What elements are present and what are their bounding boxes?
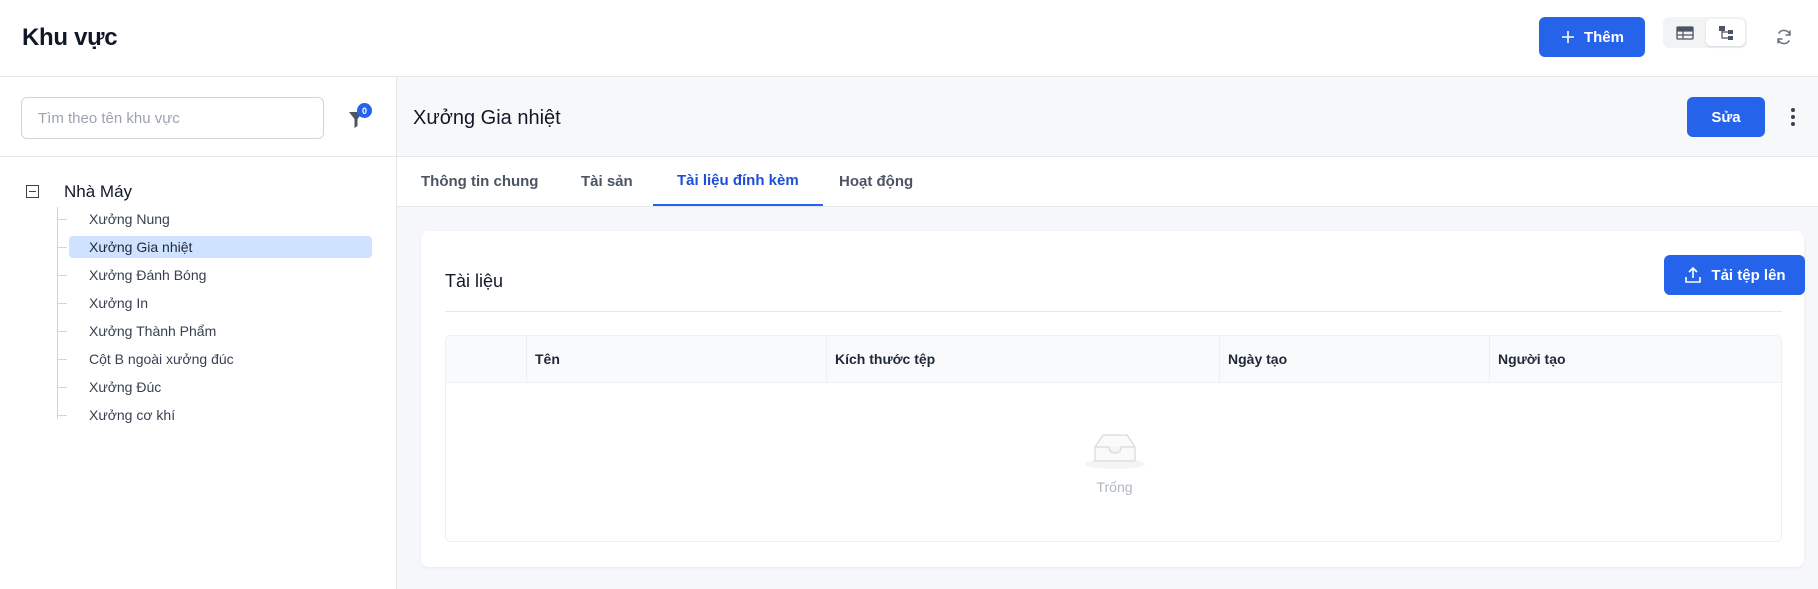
collapse-icon[interactable] xyxy=(26,185,39,198)
add-button[interactable]: Thêm xyxy=(1539,17,1645,57)
documents-table: Tên Kích thước tệp Ngày tạo Người tạo Tr… xyxy=(445,335,1782,542)
refresh-icon[interactable] xyxy=(1772,25,1796,49)
column-header-created-by[interactable]: Người tạo xyxy=(1489,336,1781,383)
tree-connector xyxy=(57,247,67,248)
more-options-icon[interactable] xyxy=(1787,105,1799,129)
tree-connector xyxy=(57,387,67,388)
tree-item-label[interactable]: Xưởng Đánh Bóng xyxy=(69,264,372,286)
column-header-name[interactable]: Tên xyxy=(526,336,826,383)
tree-connector xyxy=(57,275,67,276)
view-toggle xyxy=(1663,17,1747,48)
empty-text: Trống xyxy=(1096,479,1133,495)
area-detail: Xưởng Gia nhiệt Sửa Thông tin chung Tài … xyxy=(397,77,1818,589)
area-tree-panel: 0 Nhà Máy Xưởng Nung Xưởng Gia nhiệt Xưở… xyxy=(0,77,397,589)
tree-item-label[interactable]: Xưởng Nung xyxy=(69,208,372,230)
tree-item[interactable]: Xưởng In xyxy=(57,289,372,317)
tree-item-label[interactable]: Xưởng Thành Phẩm xyxy=(69,320,372,342)
table-view-button[interactable] xyxy=(1665,19,1704,46)
tab-general-info[interactable]: Thông tin chung xyxy=(397,157,562,206)
empty-state: Trống xyxy=(446,383,1781,541)
tree-item-label[interactable]: Xưởng Đúc xyxy=(69,376,372,398)
column-header-file-size[interactable]: Kích thước tệp xyxy=(826,336,1219,383)
tree-children: Xưởng Nung Xưởng Gia nhiệt Xưởng Đánh Bó… xyxy=(57,205,372,429)
top-bar: Khu vực Thêm xyxy=(0,0,1818,77)
column-header-created-date[interactable]: Ngày tạo xyxy=(1219,336,1489,383)
tree-connector xyxy=(57,359,67,360)
detail-tabs: Thông tin chung Tài sản Tài liệu đính kè… xyxy=(397,157,1818,207)
upload-icon xyxy=(1685,266,1702,283)
tree-item[interactable]: Xưởng Đúc xyxy=(57,373,372,401)
divider xyxy=(445,311,1782,312)
divider xyxy=(0,156,397,157)
tree-item[interactable]: Xưởng Nung xyxy=(57,205,372,233)
documents-title: Tài liệu xyxy=(445,271,504,291)
tree-connector xyxy=(57,415,67,416)
detail-title: Xưởng Gia nhiệt xyxy=(413,107,561,129)
tree-item[interactable]: Cột B ngoài xưởng đúc xyxy=(57,345,372,373)
column-header-select xyxy=(446,336,526,383)
tree-connector xyxy=(57,303,67,304)
empty-inbox-icon xyxy=(1085,434,1145,469)
documents-card: Tài liệu Tải tệp lên Tên Kích thước tệp … xyxy=(421,231,1805,567)
tab-assets[interactable]: Tài sản xyxy=(557,157,657,206)
tree-structure-icon xyxy=(1718,25,1733,40)
tree-item-label[interactable]: Cột B ngoài xưởng đúc xyxy=(69,348,372,370)
detail-header: Xưởng Gia nhiệt Sửa xyxy=(397,77,1818,157)
upload-button-label: Tải tệp lên xyxy=(1711,266,1786,284)
tree-root-toggle[interactable] xyxy=(26,185,39,198)
tab-attachments[interactable]: Tài liệu đính kèm xyxy=(653,157,823,206)
plus-icon xyxy=(1561,31,1574,43)
tree-item-selected[interactable]: Xưởng Gia nhiệt xyxy=(57,233,372,261)
tree-item-label[interactable]: Xưởng Gia nhiệt xyxy=(69,236,372,258)
tree-item[interactable]: Xưởng Đánh Bóng xyxy=(57,261,372,289)
tree-connector xyxy=(57,219,67,220)
tree-item-label[interactable]: Xưởng cơ khí xyxy=(69,404,372,426)
tree-item[interactable]: Xưởng cơ khí xyxy=(57,401,372,429)
upload-file-button[interactable]: Tải tệp lên xyxy=(1664,255,1805,295)
tree-item[interactable]: Xưởng Thành Phẩm xyxy=(57,317,372,345)
filter-count-badge: 0 xyxy=(357,103,372,118)
table-header: Tên Kích thước tệp Ngày tạo Người tạo xyxy=(446,336,1781,383)
page-title: Khu vực xyxy=(22,24,118,51)
tree-root-label[interactable]: Nhà Máy xyxy=(64,182,132,202)
tree-item-label[interactable]: Xưởng In xyxy=(69,292,372,314)
area-search-input[interactable] xyxy=(21,97,324,139)
tree-view-button[interactable] xyxy=(1706,19,1745,46)
tab-activity[interactable]: Hoạt động xyxy=(815,157,937,206)
edit-button[interactable]: Sửa xyxy=(1687,97,1765,137)
add-button-label: Thêm xyxy=(1583,28,1624,46)
table-icon xyxy=(1675,25,1694,40)
tree-connector xyxy=(57,331,67,332)
